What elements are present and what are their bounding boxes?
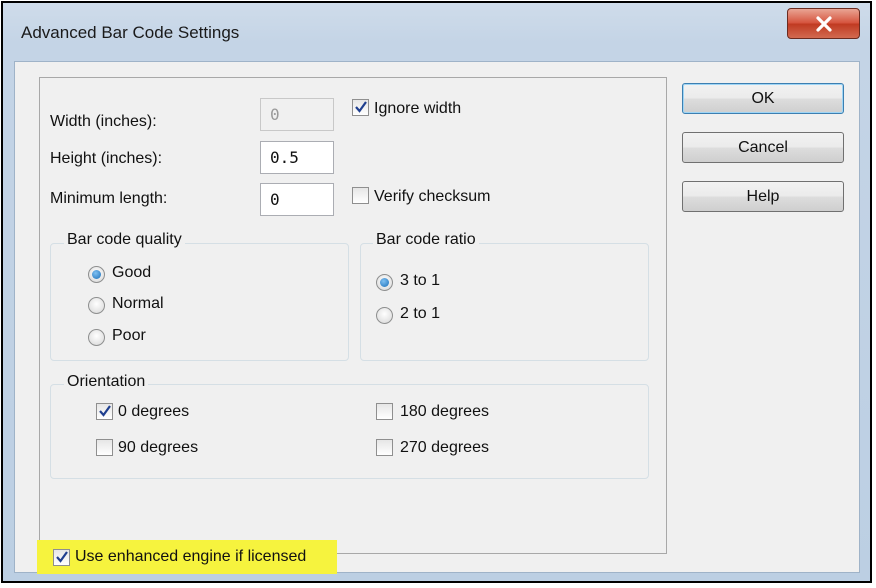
close-button[interactable] bbox=[787, 8, 860, 39]
height-input[interactable]: 0.5 bbox=[260, 141, 334, 174]
settings-panel: Width (inches): 0 Ignore width Height (i… bbox=[39, 77, 667, 554]
width-label: Width (inches): bbox=[50, 113, 157, 130]
orientation-180-label: 180 degrees bbox=[400, 403, 489, 420]
quality-good-label: Good bbox=[112, 264, 152, 281]
enhanced-engine-checkbox[interactable] bbox=[53, 549, 70, 566]
checkmark-icon bbox=[99, 405, 111, 417]
bar-code-ratio-group bbox=[360, 243, 649, 361]
orientation-270-checkbox[interactable] bbox=[376, 439, 393, 456]
orientation-90-checkbox[interactable] bbox=[96, 439, 113, 456]
verify-checksum-checkbox[interactable] bbox=[352, 187, 369, 204]
dialog-client-area: Width (inches): 0 Ignore width Height (i… bbox=[14, 61, 860, 574]
checkmark-icon bbox=[355, 101, 367, 113]
minimum-length-label: Minimum length: bbox=[50, 190, 168, 207]
width-input[interactable]: 0 bbox=[260, 98, 334, 131]
verify-checksum-label: Verify checksum bbox=[374, 188, 491, 205]
minimum-length-input[interactable]: 0 bbox=[260, 183, 334, 216]
orientation-270-label: 270 degrees bbox=[400, 439, 489, 456]
quality-normal-radio[interactable] bbox=[88, 297, 105, 314]
quality-normal-label: Normal bbox=[112, 295, 164, 312]
window-title: Advanced Bar Code Settings bbox=[21, 23, 240, 42]
orientation-180-checkbox[interactable] bbox=[376, 403, 393, 420]
ratio-3to1-radio[interactable] bbox=[376, 274, 393, 291]
quality-good-radio[interactable] bbox=[88, 266, 105, 283]
orientation-group bbox=[50, 384, 649, 479]
ratio-2to1-radio[interactable] bbox=[376, 307, 393, 324]
ratio-3to1-label: 3 to 1 bbox=[400, 272, 441, 289]
help-button[interactable]: Help bbox=[682, 181, 844, 212]
quality-poor-radio[interactable] bbox=[88, 329, 105, 346]
close-x-icon bbox=[815, 15, 832, 32]
bar-code-quality-legend: Bar code quality bbox=[64, 231, 185, 249]
orientation-0-label: 0 degrees bbox=[118, 403, 190, 420]
checkmark-icon bbox=[56, 551, 68, 563]
quality-poor-label: Poor bbox=[112, 327, 146, 344]
orientation-0-checkbox[interactable] bbox=[96, 403, 113, 420]
dialog-window: Advanced Bar Code Settings Width (inches… bbox=[1, 1, 872, 583]
ratio-2to1-label: 2 to 1 bbox=[400, 305, 441, 322]
orientation-legend: Orientation bbox=[64, 373, 149, 391]
orientation-90-label: 90 degrees bbox=[118, 439, 199, 456]
ignore-width-label: Ignore width bbox=[374, 100, 462, 117]
height-label: Height (inches): bbox=[50, 150, 163, 167]
enhanced-engine-label: Use enhanced engine if licensed bbox=[75, 548, 307, 565]
ignore-width-checkbox[interactable] bbox=[352, 99, 369, 116]
cancel-button[interactable]: Cancel bbox=[682, 132, 844, 163]
ok-button[interactable]: OK bbox=[682, 83, 844, 114]
title-bar[interactable]: Advanced Bar Code Settings bbox=[3, 3, 870, 61]
bar-code-ratio-legend: Bar code ratio bbox=[373, 231, 479, 249]
